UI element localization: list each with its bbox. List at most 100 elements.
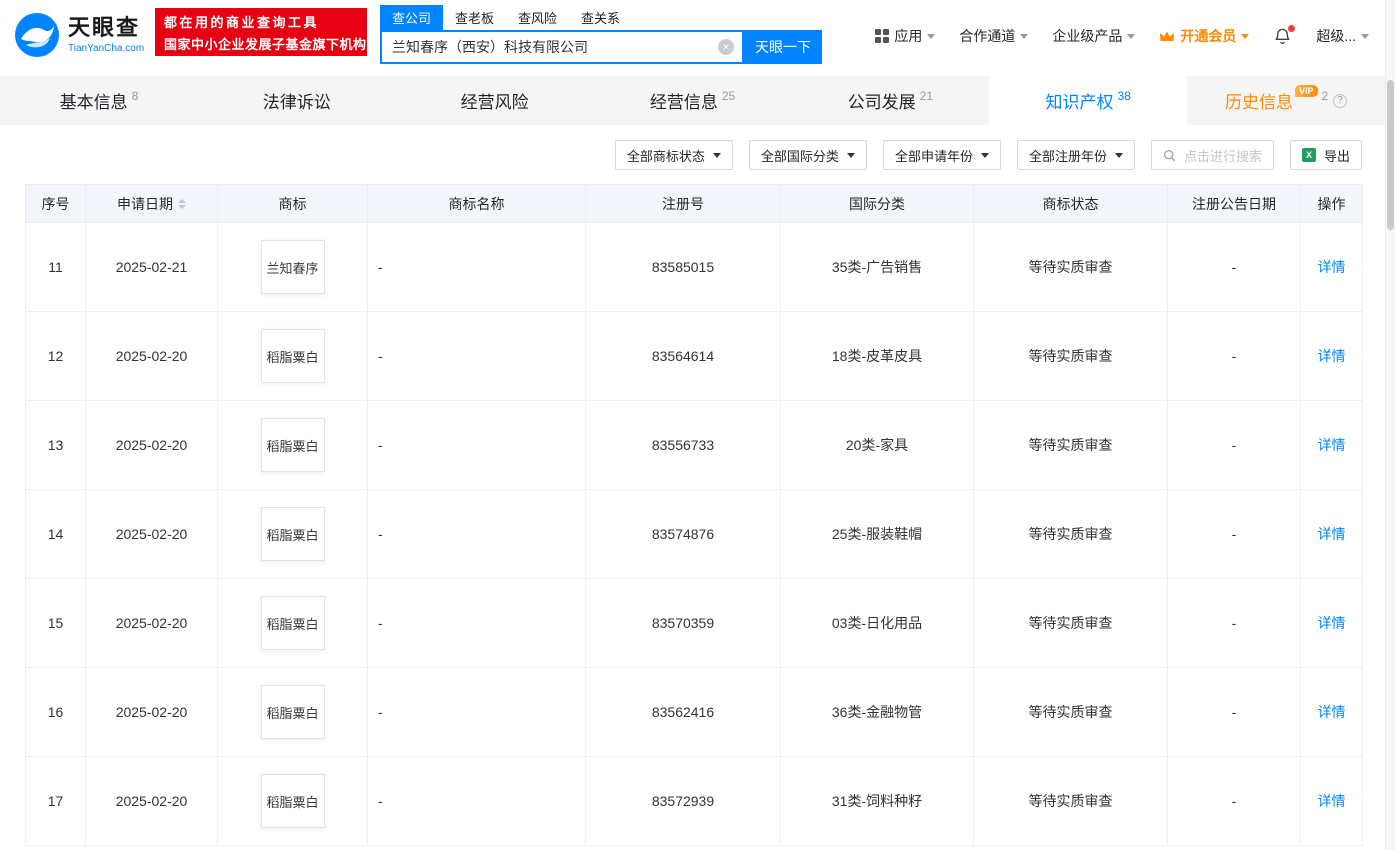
trademark-status: 等待实质审查 [973,756,1168,846]
nav-enterprise[interactable]: 企业级产品 [1052,26,1136,46]
search-tab-relation[interactable]: 查关系 [569,5,632,30]
intl-class: 18类-皮革皮具 [780,311,974,401]
chevron-down-icon [1114,152,1123,158]
trademark-image[interactable]: 稻脂粟白 [260,507,325,561]
tab-business-risk[interactable]: 经营风险 [396,76,594,125]
publish-date: - [1167,667,1301,757]
nav-apps-label: 应用 [894,28,923,44]
action-cell: 详情 [1300,756,1363,846]
tab-count: 8 [131,88,139,103]
registration-number: 83562416 [585,667,781,757]
detail-link[interactable]: 详情 [1318,704,1346,720]
nav-cooperation[interactable]: 合作通道 [959,26,1029,46]
publish-date: - [1167,222,1301,312]
tianyancha-logo[interactable]: 天眼查 TianYanCha.com [14,12,144,58]
trademark-status: 等待实质审查 [973,311,1168,401]
scrollbar[interactable] [1385,0,1395,850]
trademark-image[interactable]: 兰知春序 [260,240,325,294]
chevron-down-icon [927,33,936,39]
row-number: 13 [25,400,86,490]
apply-date: 2025-02-20 [85,489,218,579]
detail-link[interactable]: 详情 [1318,437,1346,453]
tab-count: 21 [919,88,934,103]
chevron-down-icon [1127,33,1136,39]
nav-apps[interactable]: 应用 [875,26,936,46]
trademark-status: 等待实质审查 [973,667,1168,757]
apply-date: 2025-02-20 [85,667,218,757]
promo-line1: 都在用的商业查询工具 [164,14,320,30]
intl-class: 36类-金融物管 [780,667,974,757]
trademark-status: 等待实质审查 [973,400,1168,490]
company-search-input[interactable] [382,32,742,62]
tianyancha-page: 天眼查 TianYanCha.com 都在用的商业查询工具 国家中小企业发展子基… [0,0,1395,850]
scrollbar-thumb[interactable] [1387,80,1394,230]
tab-legal-proceedings[interactable]: 法律诉讼 [198,76,396,125]
search-tab-boss[interactable]: 查老板 [443,5,506,30]
action-cell: 详情 [1300,489,1363,579]
tab-company-development[interactable]: 公司发展 21 [791,76,989,125]
export-button[interactable]: 导出 [1289,140,1362,170]
chevron-down-icon [712,152,721,158]
help-icon[interactable] [1333,93,1348,108]
trademark-image[interactable]: 稻脂粟白 [260,685,325,739]
brand-name: 天眼查 [68,15,141,41]
publish-date: - [1167,756,1301,846]
trademark-image[interactable]: 稻脂粟白 [260,774,325,828]
trademark-cell: 稻脂粟白 [217,311,368,401]
apply-date: 2025-02-20 [85,756,218,846]
notification-bell[interactable] [1273,24,1296,46]
table-row: 14 2025-02-20 稻脂粟白 - 83574876 25类-服装鞋帽 等… [25,489,1363,579]
trademark-image[interactable]: 稻脂粟白 [260,596,325,650]
row-number: 17 [25,756,86,846]
search-tab-risk[interactable]: 查风险 [506,5,569,30]
trademark-name: - [367,400,586,490]
trademark-cell: 稻脂粟白 [217,489,368,579]
action-cell: 详情 [1300,222,1363,312]
trademark-image[interactable]: 稻脂粟白 [260,329,325,383]
nav-open-vip[interactable]: 开通会员 [1159,26,1250,46]
tab-basic-info[interactable]: 基本信息 8 [0,76,198,125]
table-header-row: 序号 申请日期 商标 商标名称 注册号 国际分类 商标状态 注册公告日期 操作 [25,184,1363,223]
search-tab-company[interactable]: 查公司 [380,5,444,30]
grid-icon [875,29,890,43]
tab-business-info[interactable]: 经营信息 25 [594,76,792,125]
filter-register-year[interactable]: 全部注册年份 [1016,140,1135,170]
detail-link[interactable]: 详情 [1318,793,1346,809]
filter-row: 全部商标状态 全部国际分类 全部申请年份 全部注册年份 点击进行搜索 导出 [25,140,1362,170]
top-nav: 应用 合作通道 企业级产品 开通会员 超级... [875,24,1369,46]
sort-icon[interactable] [178,198,186,209]
tab-history-info[interactable]: 历史信息 VIP 2 [1187,76,1385,125]
nav-account-label: 超级... [1316,28,1356,44]
detail-link[interactable]: 详情 [1318,348,1346,364]
vip-badge: VIP [1294,84,1318,97]
apply-date: 2025-02-20 [85,578,218,668]
clear-icon[interactable] [718,39,734,55]
tab-intellectual-property[interactable]: 知识产权 38 [989,76,1188,125]
chevron-down-icon [1361,33,1369,39]
filter-intl-class[interactable]: 全部国际分类 [748,140,867,170]
trademark-name: - [367,311,586,401]
search-button[interactable]: 天眼一下 [744,30,822,64]
detail-link[interactable]: 详情 [1318,615,1346,631]
table-row: 12 2025-02-20 稻脂粟白 - 83564614 18类-皮革皮具 等… [25,311,1363,401]
trademark-name: - [367,667,586,757]
table-row: 11 2025-02-21 兰知春序 - 83585015 35类-广告销售 等… [25,222,1363,312]
detail-link[interactable]: 详情 [1318,259,1346,275]
filter-apply-year[interactable]: 全部申请年份 [882,140,1001,170]
promo-banner: 都在用的商业查询工具 国家中小企业发展子基金旗下机构 [155,8,367,56]
col-apply-date: 申请日期 [85,184,218,223]
brand-domain: TianYanCha.com [68,42,145,54]
row-number: 12 [25,311,86,401]
table-search-placeholder: 点击进行搜索 [1183,148,1262,164]
filter-trademark-status[interactable]: 全部商标状态 [614,140,733,170]
action-cell: 详情 [1300,400,1363,490]
chevron-down-icon [1241,33,1250,39]
action-cell: 详情 [1300,311,1363,401]
registration-number: 83574876 [585,489,781,579]
detail-link[interactable]: 详情 [1318,526,1346,542]
trademark-name: - [367,756,586,846]
trademark-image[interactable]: 稻脂粟白 [260,418,325,472]
nav-account[interactable]: 超级... [1316,26,1369,46]
table-search-box[interactable]: 点击进行搜索 [1150,140,1274,170]
row-number: 16 [25,667,86,757]
